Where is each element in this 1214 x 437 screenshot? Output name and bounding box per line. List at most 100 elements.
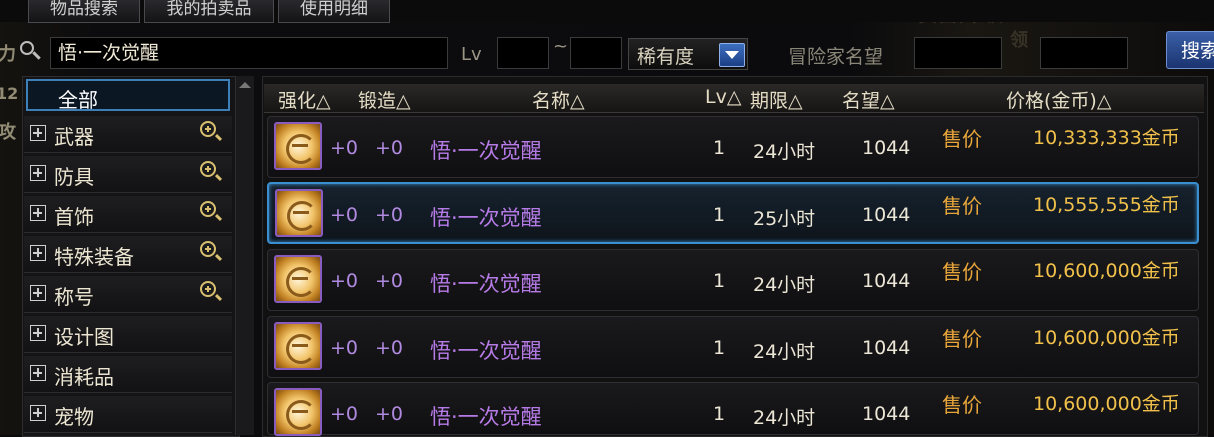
lv-min-input[interactable] [497, 37, 549, 69]
plus-box-icon[interactable] [30, 205, 46, 221]
column-header-period[interactable]: 期限△ [750, 86, 803, 113]
chevron-down-icon[interactable] [719, 43, 745, 67]
background-text: 攻 [0, 122, 16, 143]
awakening-item-icon[interactable] [274, 322, 322, 370]
column-header-fame[interactable]: 名望△ [842, 86, 895, 113]
plus-box-icon[interactable] [30, 245, 46, 261]
item-name: 悟·一次觉醒 [430, 272, 542, 296]
item-name: 悟·一次觉醒 [430, 206, 542, 230]
period-value: 24小时 [753, 141, 816, 163]
category-label: 设计图 [54, 325, 114, 349]
price-value: 10,555,555金币 [1033, 194, 1180, 216]
price-value: 10,600,000金币 [1033, 327, 1180, 349]
forge-value: +0 [375, 204, 404, 226]
plus-box-icon[interactable] [30, 165, 46, 181]
category-item[interactable]: 设计图 [24, 316, 232, 353]
item-name: 悟·一次觉醒 [430, 139, 542, 163]
table-row[interactable]: +0 +0 悟·一次觉醒 1 24小时 1044 售价 10,600,000金币 [267, 316, 1199, 378]
background-text: 12 [0, 84, 19, 103]
forge-value: +0 [375, 337, 404, 359]
fame-value: 1044 [862, 137, 911, 159]
enhance-value: +0 [330, 337, 359, 359]
background-text: 领 [1010, 30, 1028, 51]
category-label: 消耗品 [54, 365, 114, 389]
period-value: 24小时 [753, 341, 816, 363]
lv-label: Lv [461, 44, 482, 65]
price-value: 10,333,333金币 [1033, 127, 1180, 149]
zoom-in-icon[interactable] [200, 281, 216, 297]
category-item[interactable]: 首饰 [24, 196, 232, 233]
sell-label: 售价 [942, 327, 982, 351]
level-value: 1 [713, 137, 726, 159]
category-item[interactable]: 特殊装备 [24, 236, 232, 273]
item-name: 悟·一次觉醒 [430, 339, 542, 363]
awakening-item-icon[interactable] [274, 255, 322, 303]
category-label: 武器 [54, 125, 94, 149]
level-value: 1 [713, 204, 726, 226]
search-input-value: 悟·一次觉醒 [58, 42, 160, 64]
enhance-value: +0 [330, 204, 359, 226]
forge-value: +0 [375, 403, 404, 425]
range-tilde: ~ [553, 36, 569, 57]
category-label: 特殊装备 [54, 245, 134, 269]
category-label: 首饰 [54, 205, 94, 229]
column-header-name[interactable]: 名称△ [532, 86, 585, 113]
table-row[interactable]: +0 +0 悟·一次觉醒 1 24小时 1044 售价 10,333,333金币 [267, 116, 1199, 178]
table-row[interactable]: +0 +0 悟·一次觉醒 1 24小时 1044 售价 10,600,000金币 [267, 249, 1199, 311]
search-button[interactable]: 搜索 [1166, 31, 1214, 69]
table-row[interactable]: +0 +0 悟·一次觉醒 1 24小时 1044 售价 10,600,000金币 [267, 382, 1199, 436]
table-header: 强化△ 锻造△ 名称△ Lv△ 期限△ 名望△ 价格(金币)△ [264, 84, 1204, 113]
category-scrollbar[interactable] [235, 76, 254, 435]
column-header-lv[interactable]: Lv△ [705, 86, 741, 108]
zoom-in-icon[interactable] [200, 161, 216, 177]
awakening-item-icon[interactable] [274, 122, 322, 170]
category-all[interactable]: 全部 [26, 79, 230, 112]
column-header-forge[interactable]: 锻造△ [358, 86, 411, 113]
tab-my-auctions[interactable]: 我的拍卖品 [144, 0, 274, 23]
rarity-select[interactable]: 稀有度 [628, 38, 748, 70]
sell-label: 售价 [942, 393, 982, 417]
zoom-in-icon[interactable] [200, 241, 216, 257]
forge-value: +0 [375, 270, 404, 292]
forge-value: +0 [375, 137, 404, 159]
enhance-value: +0 [330, 403, 359, 425]
fame-value: 1044 [862, 403, 911, 425]
fame-min-input[interactable] [914, 37, 1002, 69]
scroll-up-icon[interactable] [239, 82, 251, 88]
price-value: 10,600,000金币 [1033, 260, 1180, 282]
table-row-selected[interactable]: +0 +0 悟·一次觉醒 1 25小时 1044 售价 10,555,555金币 [267, 182, 1199, 244]
zoom-in-icon[interactable] [200, 201, 216, 217]
category-item[interactable]: 武器 [24, 116, 232, 153]
column-header-price[interactable]: 价格(金币)△ [1006, 86, 1111, 113]
plus-box-icon[interactable] [30, 325, 46, 341]
tab-item-search[interactable]: 物品搜索 [28, 0, 140, 23]
tab-usage-details[interactable]: 使用明细 [278, 0, 390, 23]
category-item[interactable]: 消耗品 [24, 356, 232, 393]
fame-value: 1044 [862, 337, 911, 359]
fame-value: 1044 [862, 204, 911, 226]
category-label: 宠物 [54, 405, 94, 429]
awakening-item-icon[interactable] [274, 388, 322, 436]
rarity-select-label: 稀有度 [637, 46, 695, 68]
enhance-value: +0 [330, 137, 359, 159]
lv-max-input[interactable] [570, 37, 622, 69]
enhance-value: +0 [330, 270, 359, 292]
category-item[interactable]: 宠物 [24, 396, 232, 433]
awakening-item-icon[interactable] [275, 189, 323, 237]
period-value: 25小时 [753, 208, 816, 230]
plus-box-icon[interactable] [30, 405, 46, 421]
category-item[interactable]: 防具 [24, 156, 232, 193]
column-header-enhance[interactable]: 强化△ [278, 86, 331, 113]
category-label: 防具 [54, 165, 94, 189]
category-item[interactable]: 称号 [24, 276, 232, 313]
level-value: 1 [713, 337, 726, 359]
plus-box-icon[interactable] [30, 125, 46, 141]
plus-box-icon[interactable] [30, 285, 46, 301]
level-value: 1 [713, 270, 726, 292]
zoom-in-icon[interactable] [200, 121, 216, 137]
category-label: 称号 [54, 285, 94, 309]
fame-max-input[interactable] [1040, 37, 1128, 69]
tab-bar: 物品搜索 我的拍卖品 使用明细 [0, 0, 1214, 23]
plus-box-icon[interactable] [30, 365, 46, 381]
category-label: 全部 [58, 88, 98, 112]
